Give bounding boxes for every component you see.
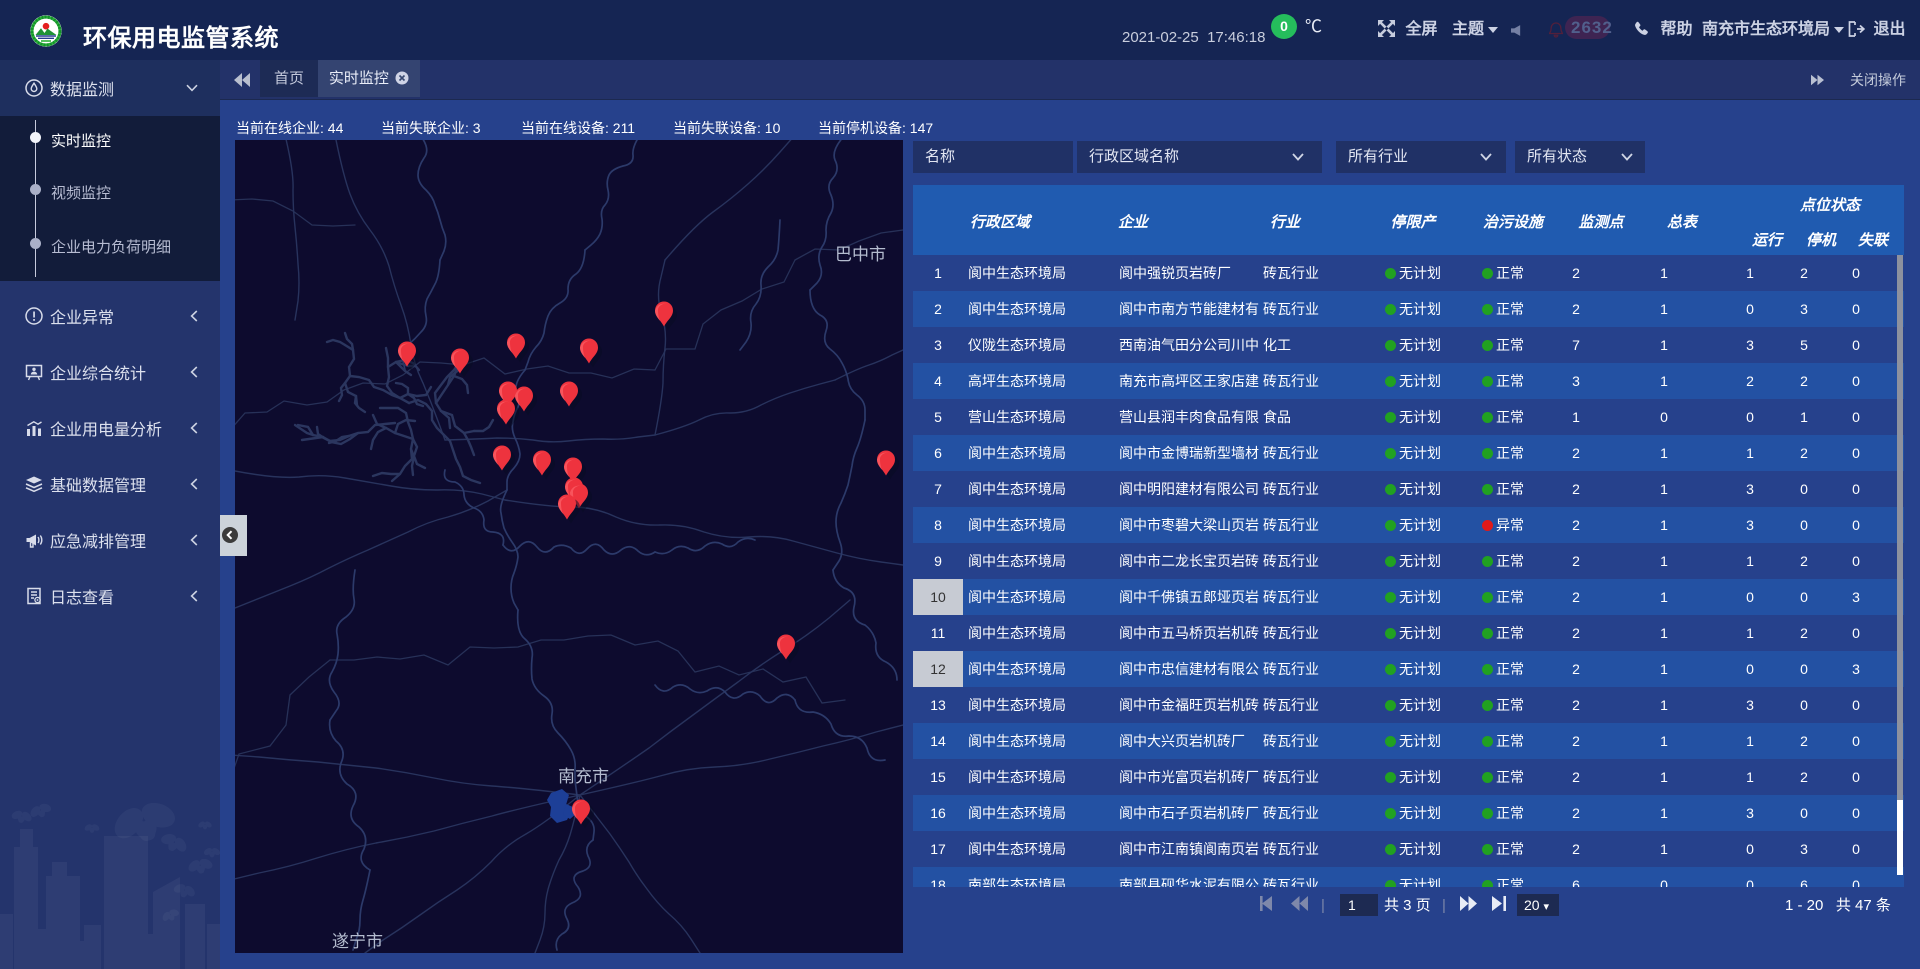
svg-text:南充市: 南充市 [558, 767, 609, 786]
svg-text:遂宁市: 遂宁市 [332, 932, 383, 951]
svg-text:巴中市: 巴中市 [835, 245, 886, 264]
